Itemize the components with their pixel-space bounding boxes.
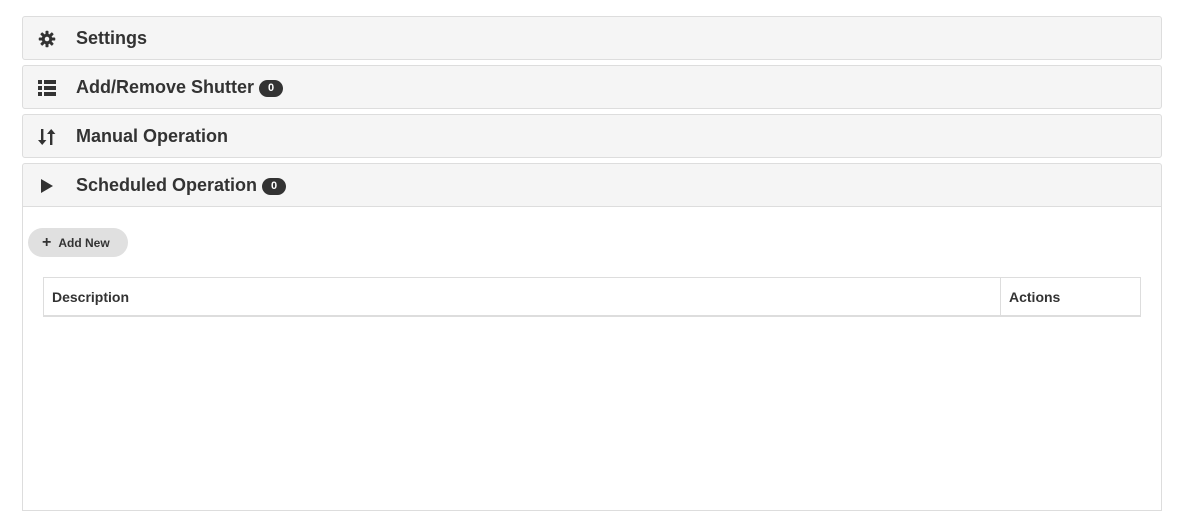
plus-icon: + bbox=[42, 233, 52, 251]
column-header-actions: Actions bbox=[1000, 277, 1141, 317]
accordion: Settings Add/Remove Shutter 0 Manual Ope… bbox=[22, 16, 1162, 511]
panel-title-manual-operation: Manual Operation bbox=[76, 125, 229, 146]
column-header-description[interactable]: Description bbox=[43, 277, 1001, 317]
list-icon bbox=[37, 78, 57, 98]
panel-title-settings: Settings bbox=[76, 27, 148, 48]
shutter-count-badge: 0 bbox=[259, 79, 284, 97]
panel-header-manual-operation[interactable]: Manual Operation bbox=[22, 114, 1162, 158]
table-header-row: Description Actions bbox=[43, 277, 1141, 317]
panel-body-scheduled-operation: + Add New Description Actions bbox=[22, 207, 1162, 511]
panel-title-add-remove-shutter: Add/Remove Shutter 0 bbox=[76, 66, 284, 108]
play-icon bbox=[37, 176, 57, 196]
gear-icon bbox=[37, 29, 57, 49]
add-new-button[interactable]: + Add New bbox=[28, 228, 128, 257]
schedule-count-badge: 0 bbox=[262, 177, 287, 195]
schedule-table: Description Actions bbox=[43, 277, 1141, 317]
sort-arrows-icon bbox=[37, 127, 57, 147]
panel-header-settings[interactable]: Settings bbox=[22, 16, 1162, 60]
panel-header-scheduled-operation[interactable]: Scheduled Operation 0 bbox=[22, 163, 1162, 207]
panel-title-scheduled-operation: Scheduled Operation 0 bbox=[76, 164, 287, 206]
panel-header-add-remove-shutter[interactable]: Add/Remove Shutter 0 bbox=[22, 65, 1162, 109]
